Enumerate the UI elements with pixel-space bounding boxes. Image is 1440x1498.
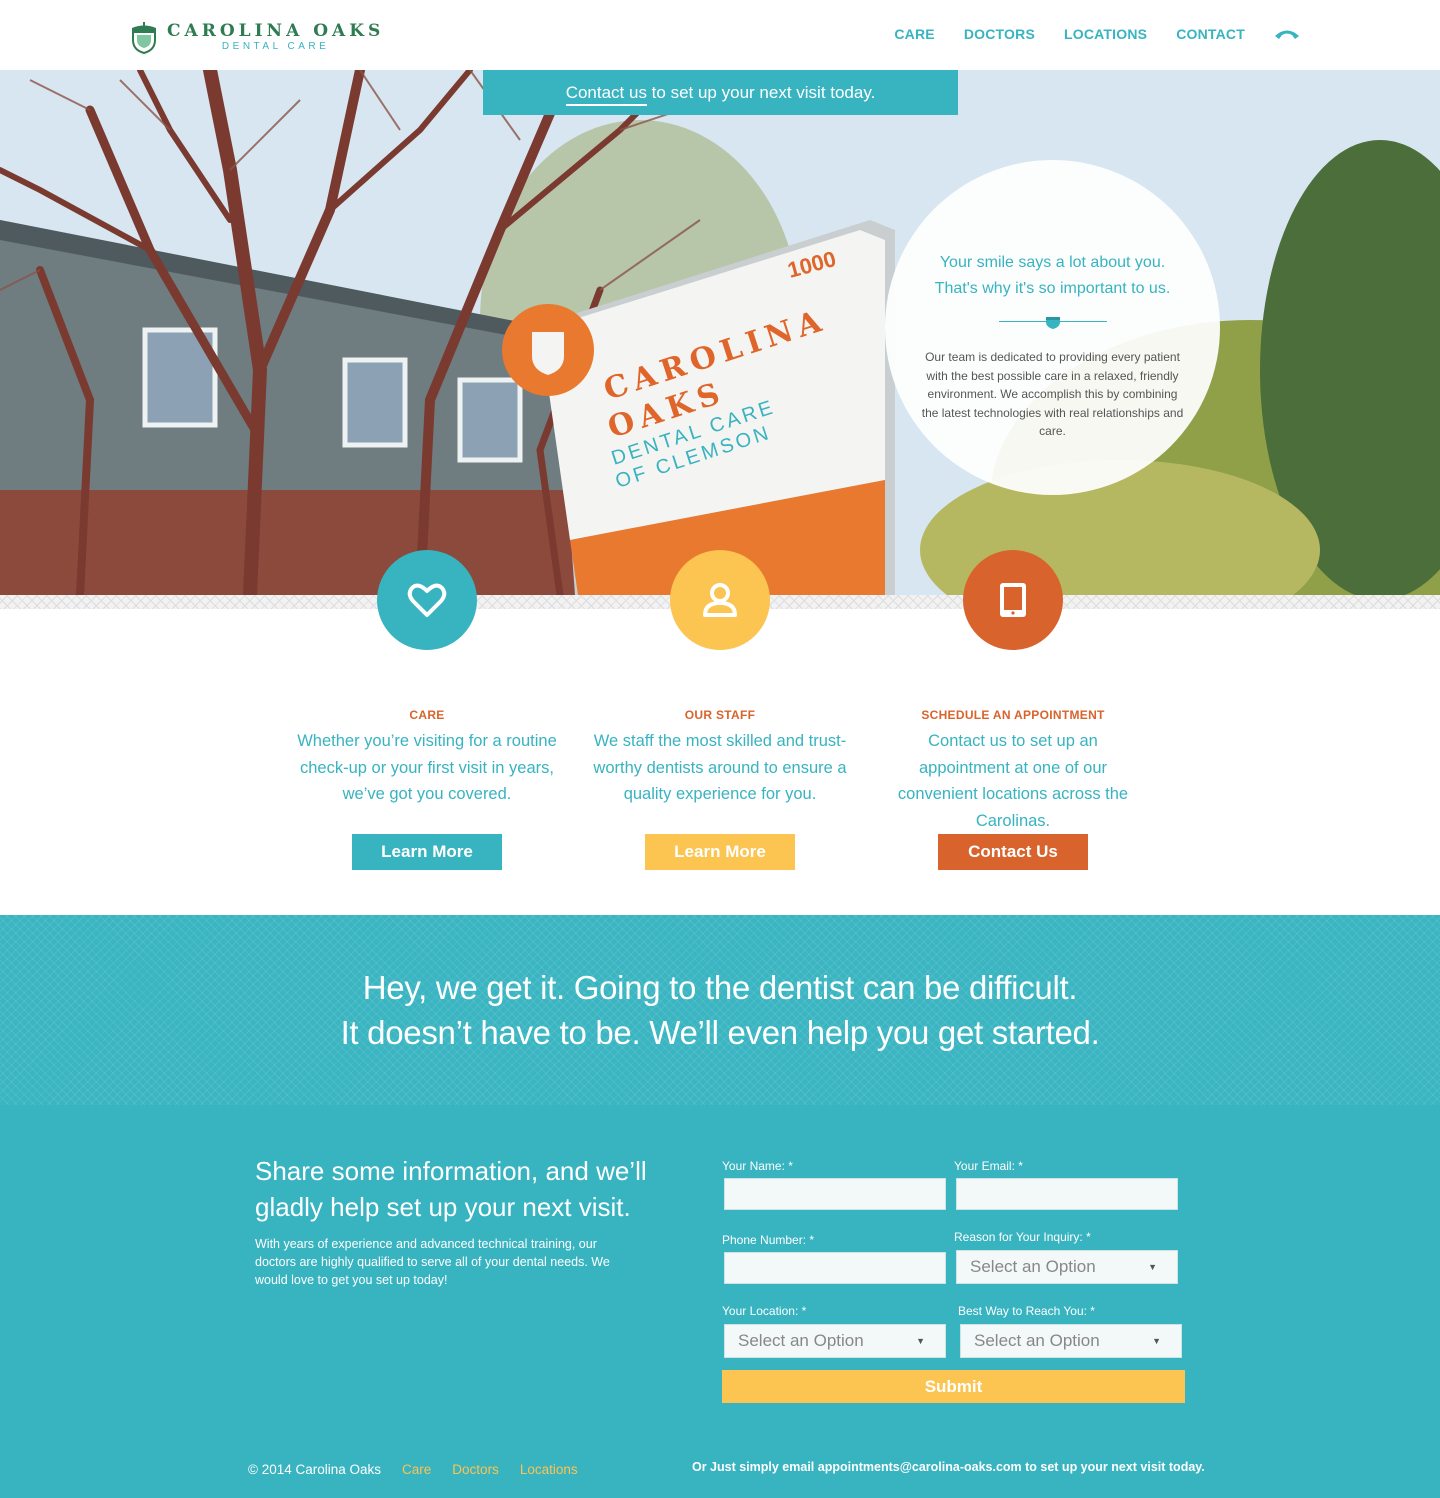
- brand-name: CAROLINA OAKS: [167, 21, 385, 41]
- copyright: © 2014 Carolina Oaks: [248, 1462, 382, 1477]
- nav-locations[interactable]: LOCATIONS: [1064, 26, 1147, 42]
- name-field[interactable]: [724, 1178, 946, 1210]
- feature-staff-text: We staff the most skilled and trust-wort…: [593, 732, 847, 803]
- location-label: Your Location: *: [722, 1304, 807, 1318]
- reach-label: Best Way to Reach You: *: [958, 1304, 1095, 1318]
- banner-contact-link[interactable]: Contact us: [565, 83, 647, 106]
- name-label: Your Name: *: [722, 1159, 793, 1173]
- intro-circle: Your smile says a lot about you. That's …: [885, 160, 1220, 495]
- intro-heading: Your smile says a lot about you. That's …: [934, 254, 1171, 297]
- reason-select[interactable]: Select an Option ▼: [956, 1250, 1178, 1284]
- hero-section: 1000 CAROLINA OAKS DENTAL CARE OF CLEMSO…: [0, 70, 1440, 595]
- footer-link-care[interactable]: Care: [402, 1462, 431, 1477]
- contact-banner: Contact us to set up your next visit tod…: [483, 70, 958, 115]
- hero-photo: 1000 CAROLINA OAKS DENTAL CARE OF CLEMSO…: [0, 70, 1440, 595]
- feature-appointment-badge: [963, 550, 1063, 650]
- banner-text: to set up your next visit today.: [646, 83, 876, 102]
- feature-care-text: Whether you’re visiting for a routine ch…: [297, 732, 557, 803]
- footer-email-note: Or Just simply email appointments@caroli…: [692, 1460, 1205, 1474]
- intro-body: Our team is dedicated to providing every…: [921, 350, 1184, 438]
- care-learn-more-button[interactable]: Learn More: [352, 834, 502, 870]
- logo[interactable]: CAROLINA OAKS DENTAL CARE: [130, 20, 384, 54]
- reach-select[interactable]: Select an Option ▼: [960, 1324, 1182, 1358]
- chevron-down-icon: ▼: [1152, 1336, 1161, 1346]
- phone-label: Phone Number: *: [722, 1233, 815, 1247]
- feature-appointment-title: SCHEDULE AN APPOINTMENT: [921, 708, 1105, 722]
- feature-staff-title: OUR STAFF: [684, 708, 756, 722]
- feature-care-badge: [377, 550, 477, 650]
- chevron-down-icon: ▼: [1148, 1262, 1157, 1272]
- site-header: CAROLINA OAKS DENTAL CARE CARE DOCTORS L…: [0, 0, 1440, 70]
- footer-link-locations[interactable]: Locations: [520, 1462, 578, 1477]
- feature-appointment: SCHEDULE AN APPOINTMENT Contact us to se…: [863, 550, 1163, 870]
- feature-staff: OUR STAFF We staff the most skilled and …: [570, 550, 870, 870]
- nav-contact[interactable]: CONTACT: [1176, 26, 1245, 42]
- chevron-down-icon: ▼: [916, 1336, 925, 1346]
- location-select[interactable]: Select an Option ▼: [724, 1324, 946, 1358]
- quote-line1: Hey, we get it. Going to the dentist can…: [362, 969, 1078, 1006]
- footer-links: © 2014 Carolina Oaks Care Doctors Locati…: [248, 1462, 578, 1477]
- quote-band: Hey, we get it. Going to the dentist can…: [0, 915, 1440, 1105]
- brand-tagline: DENTAL CARE: [221, 41, 330, 52]
- email-field[interactable]: [956, 1178, 1178, 1210]
- location-select-value: Select an Option: [738, 1331, 864, 1350]
- footer-link-doctors[interactable]: Doctors: [452, 1462, 499, 1477]
- main-nav: CARE DOCTORS LOCATIONS CONTACT: [865, 26, 1300, 42]
- quote-text: Hey, we get it. Going to the dentist can…: [0, 965, 1440, 1055]
- nav-care[interactable]: CARE: [894, 26, 934, 42]
- reach-select-value: Select an Option: [974, 1331, 1100, 1350]
- phone-field[interactable]: [724, 1252, 946, 1284]
- staff-learn-more-button[interactable]: Learn More: [645, 834, 795, 870]
- email-label: Your Email: *: [954, 1159, 1023, 1173]
- feature-care: CARE Whether you’re visiting for a routi…: [277, 550, 577, 870]
- contact-form-section: Share some information, and we’ll gladly…: [0, 1105, 1440, 1498]
- reason-label: Reason for Your Inquiry: *: [954, 1230, 1091, 1244]
- quote-line2: It doesn’t have to be. We’ll even help y…: [340, 1014, 1100, 1051]
- intro-divider: [998, 314, 1107, 329]
- contact-us-button[interactable]: Contact Us: [938, 834, 1088, 870]
- feature-appointment-text: Contact us to set up an appointment at o…: [897, 732, 1129, 830]
- acorn-logo-icon: [132, 22, 156, 54]
- form-title: Share some information, and we’ll gladly…: [255, 1156, 647, 1222]
- tablet-icon: [1000, 583, 1026, 617]
- nav-doctors[interactable]: DOCTORS: [964, 26, 1035, 42]
- phone-icon[interactable]: [1274, 27, 1300, 41]
- form-intro: With years of experience and advanced te…: [255, 1237, 610, 1287]
- user-icon: [703, 583, 737, 617]
- reason-select-value: Select an Option: [970, 1257, 1096, 1276]
- feature-care-title: CARE: [409, 708, 445, 722]
- heart-icon: [407, 583, 447, 617]
- acorn-icon: [1045, 317, 1060, 329]
- submit-button[interactable]: Submit: [722, 1370, 1185, 1403]
- feature-staff-badge: [670, 550, 770, 650]
